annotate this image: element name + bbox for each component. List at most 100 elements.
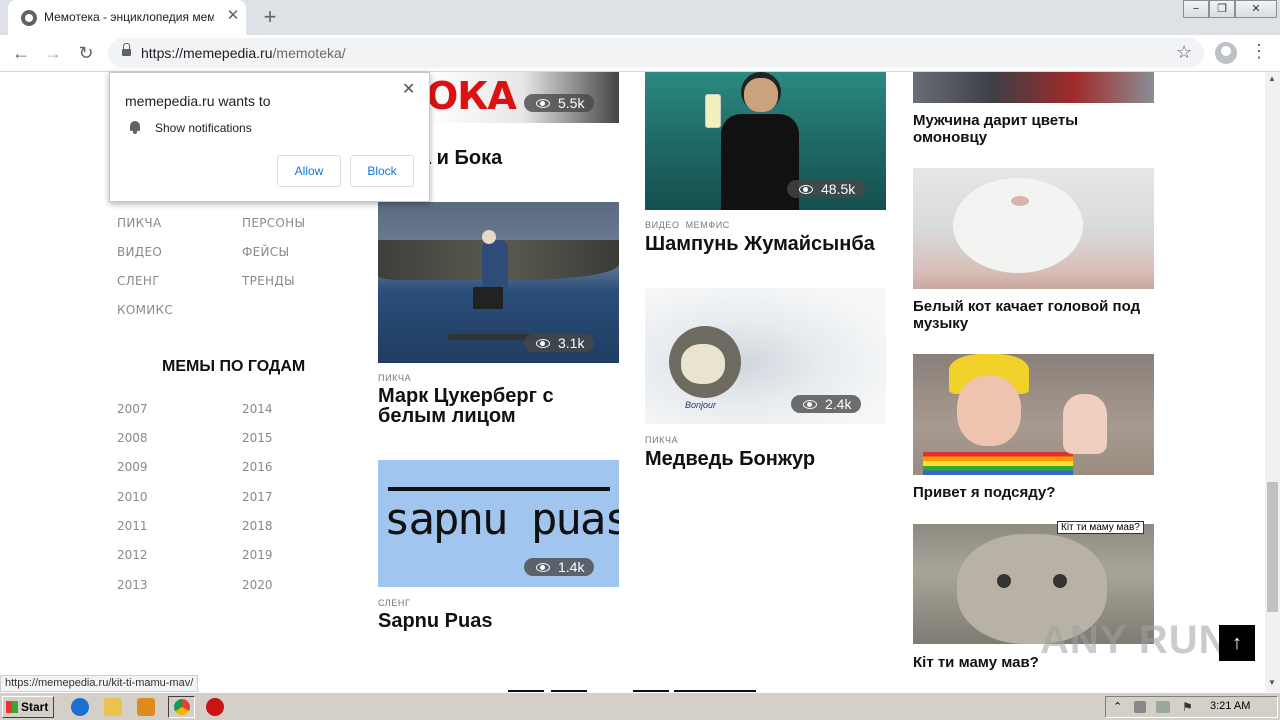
year-link[interactable]: 2014 [242, 402, 273, 416]
sidebar-category[interactable]: ПИКЧА [117, 216, 161, 230]
tab-close-icon[interactable]: ✕ [224, 7, 242, 25]
years-heading: МЕМЫ ПО ГОДАМ [162, 358, 306, 375]
status-url: https://memepedia.ru/kit-ti-mamu-mav/ [0, 675, 199, 692]
warning-app-icon[interactable] [206, 698, 224, 716]
sidebar-category[interactable]: ТРЕНДЫ [242, 274, 295, 288]
forward-icon[interactable]: → [42, 42, 64, 64]
card-title[interactable]: Кіт ти маму мав? [913, 654, 1039, 671]
sidebar-category[interactable]: ФЕЙСЫ [242, 245, 289, 259]
system-tray: ⌃ ⚑ 3:21 AM [1105, 696, 1278, 718]
card-image-bear[interactable]: Bonjour 2.4k [645, 288, 886, 424]
sidebar-category[interactable]: ВИДЕО [117, 245, 162, 259]
media-player-icon[interactable] [137, 698, 155, 716]
bell-icon [129, 121, 141, 134]
card-tag[interactable]: ПИКЧА [378, 373, 411, 383]
chrome-icon [174, 699, 190, 715]
card-title[interactable]: Медведь Бонжур [645, 449, 815, 469]
card-title[interactable]: Sapnu Puas [378, 611, 492, 631]
card-tag[interactable]: ПИКЧА [645, 435, 678, 445]
year-link[interactable]: 2010 [117, 490, 148, 504]
eye-icon [536, 99, 550, 108]
card-title[interactable]: музыку [913, 315, 968, 332]
network-icon[interactable] [1156, 701, 1170, 713]
card-image-zuckerberg[interactable]: 3.1k [378, 202, 619, 363]
card-title[interactable]: Шампунь Жумайсынба [645, 234, 875, 254]
scroll-to-top-button[interactable]: ↑ [1219, 625, 1255, 661]
volume-icon[interactable] [1134, 701, 1146, 713]
start-button[interactable]: Start [2, 696, 54, 718]
scroll-up-icon[interactable]: ▲ [1268, 74, 1276, 83]
year-link[interactable]: 2013 [117, 578, 148, 592]
views-badge: 5.5k [524, 94, 595, 112]
windows-taskbar: Start ⌃ ⚑ 3:21 AM [0, 692, 1280, 720]
bookmark-star-icon[interactable]: ☆ [1176, 42, 1192, 63]
sidebar-category[interactable]: СЛЕНГ [117, 274, 160, 288]
tray-expand-icon[interactable]: ⌃ [1113, 700, 1122, 713]
sidebar-category[interactable]: ПЕРСОНЫ [242, 216, 305, 230]
card-image-cat-nod[interactable] [913, 168, 1154, 289]
year-link[interactable]: 2020 [242, 578, 273, 592]
page-scrollbar[interactable]: ▲ ▼ [1265, 72, 1280, 692]
card-image-sapnu[interactable]: sapnu puas 1.4k [378, 460, 619, 587]
year-link[interactable]: 2016 [242, 460, 273, 474]
lock-icon[interactable] [122, 43, 131, 57]
views-badge: 48.5k [787, 180, 866, 198]
block-button[interactable]: Block [350, 155, 414, 187]
scroll-down-icon[interactable]: ▼ [1268, 678, 1276, 687]
taskbar-clock[interactable]: 3:21 AM [1210, 700, 1250, 712]
year-link[interactable]: 2019 [242, 548, 273, 562]
year-link[interactable]: 2012 [117, 548, 148, 562]
views-badge: 1.4k [524, 558, 595, 576]
year-link[interactable]: 2009 [117, 460, 148, 474]
browser-titlebar: Мемотека - энциклопедия мемов ✕ + − ❐ ✕ [0, 0, 1280, 35]
card-tag[interactable]: СЛЕНГ [378, 598, 410, 608]
url-text[interactable]: https://memepedia.ru/memoteka/ [141, 45, 346, 61]
year-link[interactable]: 2017 [242, 490, 273, 504]
eye-icon [803, 400, 817, 409]
sapnu-image-text: sapnu puas [384, 494, 619, 545]
card-image-flowers[interactable] [913, 72, 1154, 103]
year-link[interactable]: 2018 [242, 519, 273, 533]
browser-toolbar: ← → ↻ https://memepedia.ru/memoteka/ ☆ ⋮ [0, 35, 1280, 72]
chrome-taskbar-button[interactable] [168, 696, 195, 718]
back-icon[interactable]: ← [10, 42, 32, 64]
popup-title: memepedia.ru wants to [125, 93, 271, 109]
globe-icon [21, 10, 37, 26]
card-title[interactable]: а и Бока [420, 148, 502, 168]
anyrun-watermark: ANY RUN [1040, 618, 1229, 662]
folder-icon[interactable] [104, 698, 122, 716]
sidebar-category[interactable]: КОМИКС [117, 303, 173, 317]
popup-close-icon[interactable]: ✕ [402, 79, 415, 99]
card-title[interactable]: Мужчина дарит цветы [913, 112, 1078, 129]
scrollbar-thumb[interactable] [1267, 482, 1278, 612]
card-title[interactable]: омоновцу [913, 129, 987, 146]
year-link[interactable]: 2015 [242, 431, 273, 445]
card-title[interactable]: белым лицом [378, 406, 516, 426]
card-title[interactable]: Привет я подсяду? [913, 484, 1055, 501]
profile-avatar[interactable] [1215, 42, 1237, 64]
allow-button[interactable]: Allow [277, 155, 341, 187]
views-badge: 2.4k [791, 395, 862, 413]
year-link[interactable]: 2007 [117, 402, 148, 416]
card-image-sit-down[interactable] [913, 354, 1154, 475]
minimize-button[interactable]: − [1183, 0, 1209, 18]
card-image-shampoo[interactable]: 48.5k [645, 72, 886, 210]
card-title[interactable]: Марк Цукерберг с [378, 386, 554, 406]
card-title[interactable]: Белый кот качает головой под [913, 298, 1140, 315]
card-tag[interactable]: ВИДЕО МЕМФИС [645, 220, 730, 230]
restore-button[interactable]: ❐ [1209, 0, 1235, 18]
flag-icon[interactable]: ⚑ [1182, 700, 1193, 714]
boka-image-text: ОКА [426, 74, 517, 118]
notification-permission-popup: memepedia.ru wants to ✕ Show notificatio… [109, 72, 430, 202]
new-tab-button[interactable]: + [258, 5, 282, 29]
internet-explorer-icon[interactable] [71, 698, 89, 716]
year-link[interactable]: 2011 [117, 519, 148, 533]
browser-tab[interactable]: Мемотека - энциклопедия мемов ✕ [8, 0, 246, 35]
year-link[interactable]: 2008 [117, 431, 148, 445]
address-bar[interactable]: https://memepedia.ru/memoteka/ ☆ [108, 38, 1204, 68]
eye-icon [799, 185, 813, 194]
kebab-menu-icon[interactable]: ⋮ [1250, 41, 1268, 62]
close-window-button[interactable]: ✕ [1235, 0, 1277, 18]
reload-icon[interactable]: ↻ [75, 42, 97, 64]
eye-icon [536, 563, 550, 572]
